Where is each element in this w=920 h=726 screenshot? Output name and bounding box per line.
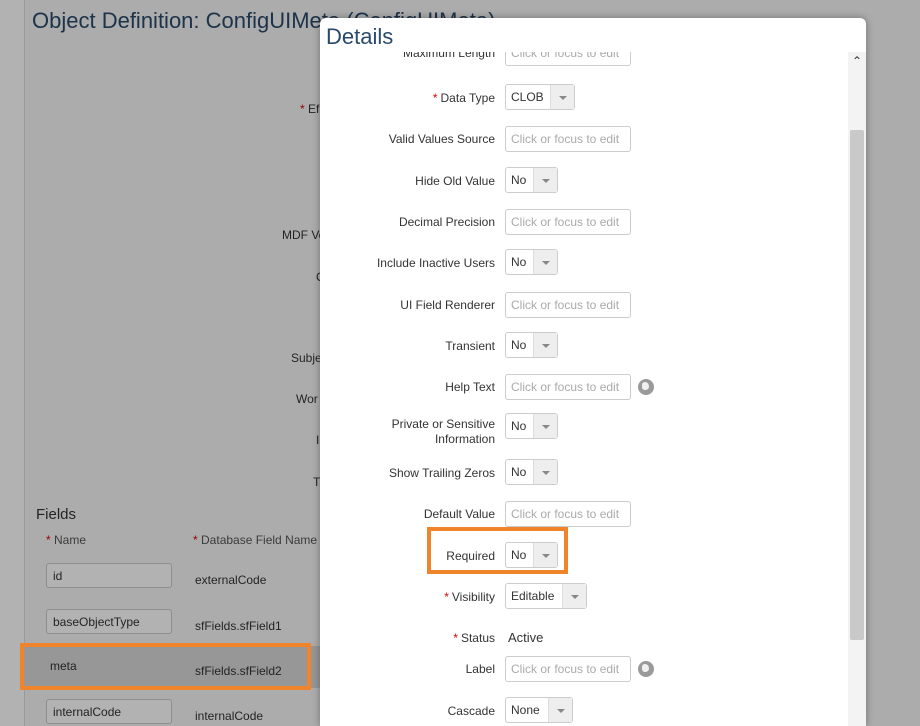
status-value: Active <box>508 630 544 645</box>
visibility-select[interactable]: Editable <box>505 583 587 609</box>
label-maximum-length: Maximum Length <box>402 52 495 60</box>
label-label: Label <box>465 662 495 676</box>
chevron-up-icon[interactable]: ⌃ <box>852 54 862 68</box>
show-trailing-zeros-select[interactable]: No <box>505 459 558 485</box>
details-dialog: Details Maximum Length Click or focus to… <box>320 18 866 726</box>
label-ui-field-renderer: UI Field Renderer <box>400 298 495 312</box>
cascade-select[interactable]: None <box>505 697 573 723</box>
label-visibility: * Visibility <box>444 590 495 604</box>
chevron-down-icon[interactable] <box>533 414 557 438</box>
globe-icon[interactable] <box>638 661 654 677</box>
label-decimal-precision: Decimal Precision <box>398 215 495 229</box>
highlight-box-meta-row <box>20 643 311 690</box>
dialog-scrollbar[interactable]: ⌃ <box>848 52 866 726</box>
label-input[interactable]: Click or focus to edit <box>505 656 631 682</box>
chevron-down-icon[interactable] <box>562 584 586 608</box>
label-default-value: Default Value <box>423 507 495 521</box>
details-scroll-area[interactable]: Maximum Length Click or focus to edit * D… <box>320 52 848 726</box>
decimal-precision-input[interactable]: Click or focus to edit <box>505 209 631 235</box>
label-private-sensitive: Private or Sensitive Information <box>391 417 495 446</box>
chevron-down-icon[interactable] <box>533 333 557 357</box>
chevron-down-icon[interactable] <box>550 85 574 109</box>
label-transient: Transient <box>445 339 495 353</box>
help-text-input[interactable]: Click or focus to edit <box>505 374 631 400</box>
private-sensitive-select[interactable]: No <box>505 413 558 439</box>
label-valid-values-source: Valid Values Source <box>388 132 495 146</box>
globe-icon[interactable] <box>638 379 654 395</box>
label-show-trailing-zeros: Show Trailing Zeros <box>388 466 495 480</box>
label-cascade: Cascade <box>447 704 495 718</box>
chevron-down-icon[interactable] <box>548 698 572 722</box>
label-include-inactive-users: Include Inactive Users <box>376 256 495 270</box>
label-help-text: Help Text <box>445 380 495 394</box>
label-status: * Status <box>453 631 495 645</box>
label-data-type: * Data Type <box>432 91 495 105</box>
scrollbar-thumb[interactable] <box>850 130 864 640</box>
include-inactive-users-select[interactable]: No <box>505 249 558 275</box>
chevron-down-icon[interactable] <box>533 168 557 192</box>
maximum-length-input[interactable]: Click or focus to edit <box>505 52 631 66</box>
chevron-down-icon[interactable] <box>533 460 557 484</box>
ui-field-renderer-input[interactable]: Click or focus to edit <box>505 292 631 318</box>
valid-values-source-input[interactable]: Click or focus to edit <box>505 126 631 152</box>
hide-old-value-select[interactable]: No <box>505 167 558 193</box>
default-value-input[interactable]: Click or focus to edit <box>505 501 631 527</box>
data-type-select[interactable]: CLOB <box>505 84 575 110</box>
transient-select[interactable]: No <box>505 332 558 358</box>
chevron-down-icon[interactable] <box>533 250 557 274</box>
label-hide-old-value: Hide Old Value <box>415 174 495 188</box>
dialog-title: Details <box>326 24 394 50</box>
highlight-box-required <box>427 527 568 574</box>
